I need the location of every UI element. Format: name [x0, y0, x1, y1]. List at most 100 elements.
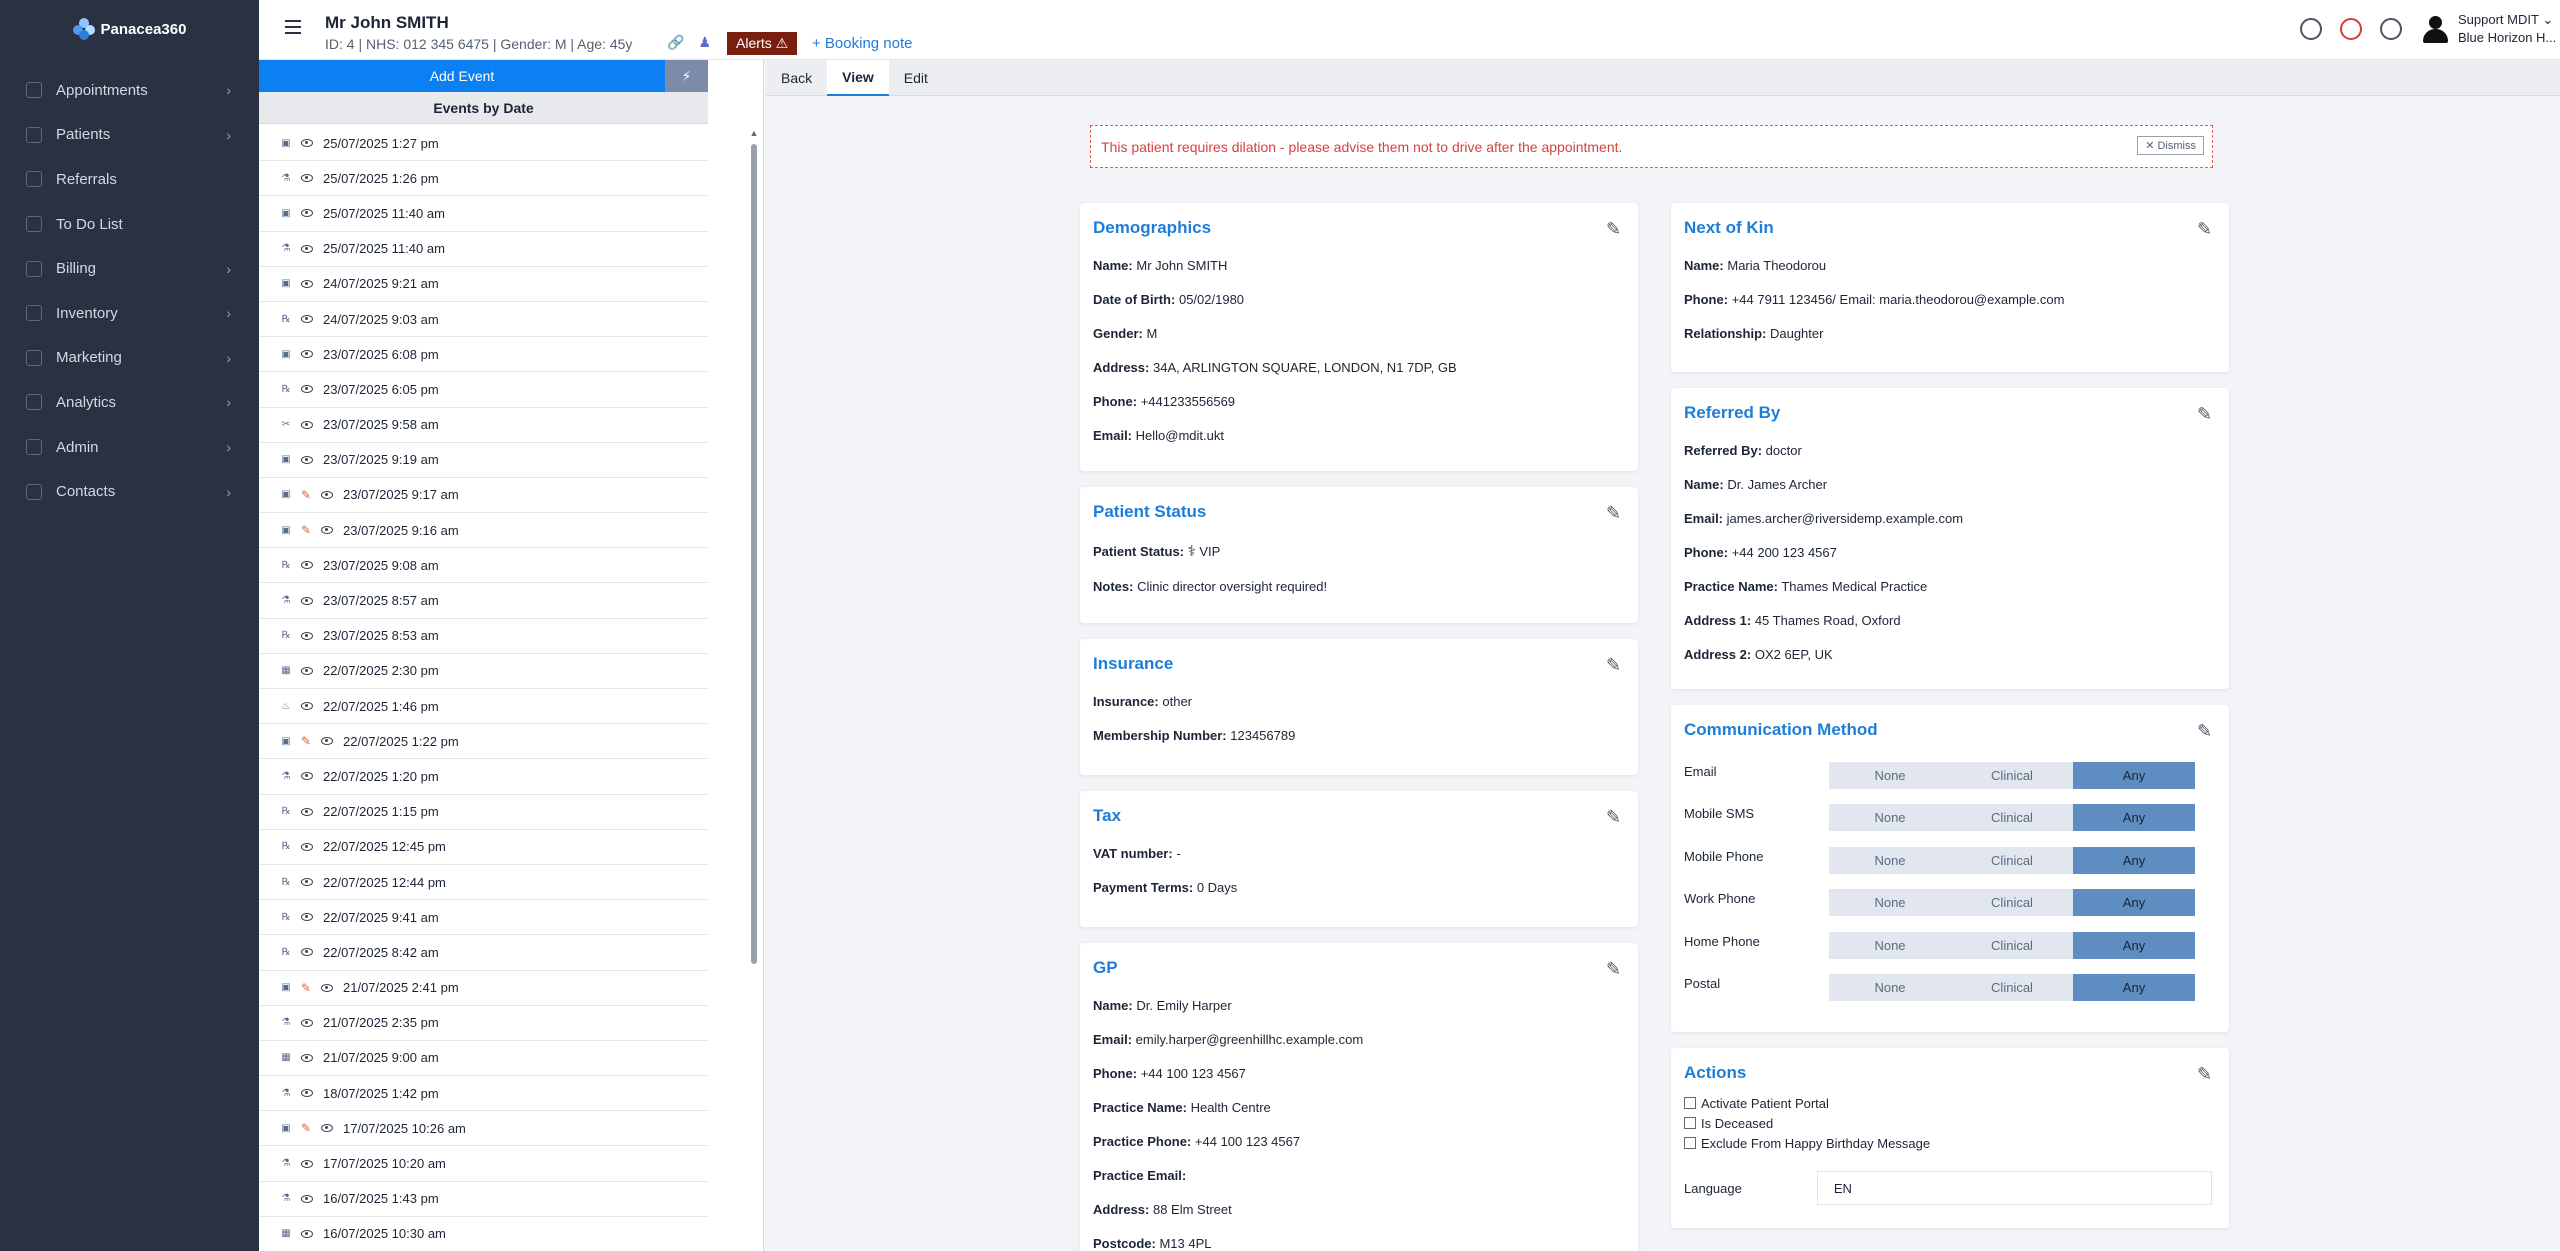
eye-icon[interactable]: [321, 526, 333, 535]
eye-icon[interactable]: [301, 772, 313, 781]
sidebar-item-billing[interactable]: Billing ›: [0, 246, 259, 291]
sidebar-item-admin[interactable]: Admin ›: [0, 425, 259, 470]
comm-option-any[interactable]: Any: [2073, 761, 2195, 789]
eye-icon[interactable]: [301, 631, 313, 640]
event-row[interactable]: ⚗ 22/07/2025 1:20 pm: [259, 759, 708, 795]
event-row[interactable]: ℞ 22/07/2025 12:45 pm: [259, 830, 708, 865]
tab-edit[interactable]: Edit: [889, 60, 943, 96]
event-row[interactable]: ▣ ✎ 22/07/2025 1:22 pm: [259, 724, 708, 760]
eye-icon[interactable]: [301, 244, 313, 253]
event-row[interactable]: ▦ 16/07/2025 10:30 am: [259, 1217, 708, 1251]
event-row[interactable]: ✂ 23/07/2025 9:58 am: [259, 408, 708, 443]
event-row[interactable]: ℞ 23/07/2025 6:05 pm: [259, 372, 708, 408]
eye-icon[interactable]: [2300, 18, 2322, 40]
tab-back[interactable]: Back: [766, 60, 827, 96]
eye-icon[interactable]: [301, 1089, 313, 1098]
comm-option-any[interactable]: Any: [2073, 846, 2195, 874]
event-row[interactable]: ⚗ 25/07/2025 1:26 pm: [259, 161, 708, 197]
app-logo[interactable]: Panacea360: [0, 0, 259, 58]
link-icon[interactable]: 🔗: [667, 34, 684, 51]
edit-icon[interactable]: [2197, 404, 2215, 422]
event-row[interactable]: ℞ 23/07/2025 9:08 am: [259, 548, 708, 584]
event-row[interactable]: ⚗ 16/07/2025 1:43 pm: [259, 1182, 708, 1217]
eye-icon[interactable]: [301, 666, 313, 675]
eye-icon[interactable]: [301, 209, 313, 218]
checkbox[interactable]: [1684, 1117, 1696, 1129]
sidebar-item-contacts[interactable]: Contacts ›: [0, 469, 259, 514]
comm-option-none[interactable]: None: [1829, 931, 1951, 959]
comm-option-none[interactable]: None: [1829, 974, 1951, 1002]
eye-icon[interactable]: [321, 490, 333, 499]
eye-icon[interactable]: [321, 1124, 333, 1133]
comm-option-any[interactable]: Any: [2073, 974, 2195, 1002]
event-row[interactable]: ▣ ✎ 21/07/2025 2:41 pm: [259, 971, 708, 1006]
eye-icon[interactable]: [301, 878, 313, 887]
event-row[interactable]: ⚗ 23/07/2025 8:57 am: [259, 583, 708, 619]
eye-icon[interactable]: [301, 596, 313, 605]
eye-icon[interactable]: [301, 174, 313, 183]
user-avatar[interactable]: [2420, 14, 2450, 44]
booking-note-link[interactable]: + Booking note: [812, 35, 913, 52]
edit-icon[interactable]: [1606, 807, 1624, 825]
patient-badge-icon[interactable]: ♟: [698, 34, 711, 51]
dismiss-button[interactable]: ✕ Dismiss: [2137, 136, 2204, 155]
language-select[interactable]: EN: [1816, 1171, 2212, 1205]
eye-icon[interactable]: [301, 807, 313, 816]
eye-icon[interactable]: [301, 1053, 313, 1062]
eye-icon[interactable]: [301, 1229, 313, 1238]
eye-icon[interactable]: [301, 1018, 313, 1027]
comm-option-clinical[interactable]: Clinical: [1951, 804, 2073, 832]
event-row[interactable]: ⚗ 18/07/2025 1:42 pm: [259, 1076, 708, 1112]
event-row[interactable]: ℞ 22/07/2025 9:41 am: [259, 900, 708, 936]
event-row[interactable]: ▣ ✎ 17/07/2025 10:26 am: [259, 1111, 708, 1147]
event-row[interactable]: ▣ ✎ 23/07/2025 9:17 am: [259, 478, 708, 514]
comm-option-clinical[interactable]: Clinical: [1951, 931, 2073, 959]
edit-icon[interactable]: [2197, 219, 2215, 237]
sidebar-item-to-do-list[interactable]: To Do List: [0, 202, 259, 247]
comm-option-clinical[interactable]: Clinical: [1951, 974, 2073, 1002]
eye-icon[interactable]: [301, 279, 313, 288]
comm-option-clinical[interactable]: Clinical: [1951, 846, 2073, 874]
eye-icon[interactable]: [301, 350, 313, 359]
globe-icon[interactable]: [2380, 18, 2402, 40]
event-row[interactable]: ℞ 24/07/2025 9:03 am: [259, 302, 708, 338]
edit-icon[interactable]: [1606, 503, 1624, 521]
event-row[interactable]: ▦ 21/07/2025 9:00 am: [259, 1041, 708, 1077]
eye-icon[interactable]: [301, 842, 313, 851]
sidebar-item-inventory[interactable]: Inventory ›: [0, 291, 259, 336]
edit-icon[interactable]: [2197, 1064, 2215, 1082]
comm-option-none[interactable]: None: [1829, 804, 1951, 832]
edit-icon[interactable]: [1606, 219, 1624, 237]
user-menu[interactable]: Support MDIT ⌄ Blue Horizon H...: [2458, 11, 2560, 47]
checkbox[interactable]: [1684, 1137, 1696, 1149]
event-row[interactable]: ▣ 23/07/2025 6:08 pm: [259, 337, 708, 373]
event-row[interactable]: ▣ ✎ 23/07/2025 9:16 am: [259, 513, 708, 549]
eye-icon[interactable]: [301, 1194, 313, 1203]
comm-option-clinical[interactable]: Clinical: [1951, 889, 2073, 917]
checkbox[interactable]: [1684, 1097, 1696, 1109]
eye-icon[interactable]: [301, 561, 313, 570]
eye-icon[interactable]: [301, 139, 313, 148]
comm-option-none[interactable]: None: [1829, 761, 1951, 789]
eye-icon[interactable]: [301, 315, 313, 324]
sidebar-item-marketing[interactable]: Marketing ›: [0, 336, 259, 381]
tab-view[interactable]: View: [827, 60, 889, 96]
add-event-button[interactable]: Add Event: [259, 60, 665, 92]
event-row[interactable]: ⚗ 25/07/2025 11:40 am: [259, 232, 708, 267]
eye-icon[interactable]: [301, 948, 313, 957]
comm-option-none[interactable]: None: [1829, 846, 1951, 874]
notification-bell-icon[interactable]: [2340, 18, 2362, 40]
eye-icon[interactable]: [301, 702, 313, 711]
events-scrollbar[interactable]: ▲ ▼: [749, 122, 759, 1251]
event-row[interactable]: ▣ 25/07/2025 11:40 am: [259, 196, 708, 232]
alerts-button[interactable]: Alerts ⚠: [727, 32, 798, 55]
scroll-thumb[interactable]: [751, 144, 757, 964]
eye-icon[interactable]: [301, 420, 313, 429]
comm-option-any[interactable]: Any: [2073, 931, 2195, 959]
comm-option-any[interactable]: Any: [2073, 889, 2195, 917]
event-row[interactable]: ℞ 22/07/2025 12:44 pm: [259, 865, 708, 901]
event-row[interactable]: ⚗ 21/07/2025 2:35 pm: [259, 1006, 708, 1041]
sidebar-item-appointments[interactable]: Appointments ›: [0, 68, 259, 113]
edit-icon[interactable]: [1606, 959, 1624, 977]
eye-icon[interactable]: [301, 455, 313, 464]
